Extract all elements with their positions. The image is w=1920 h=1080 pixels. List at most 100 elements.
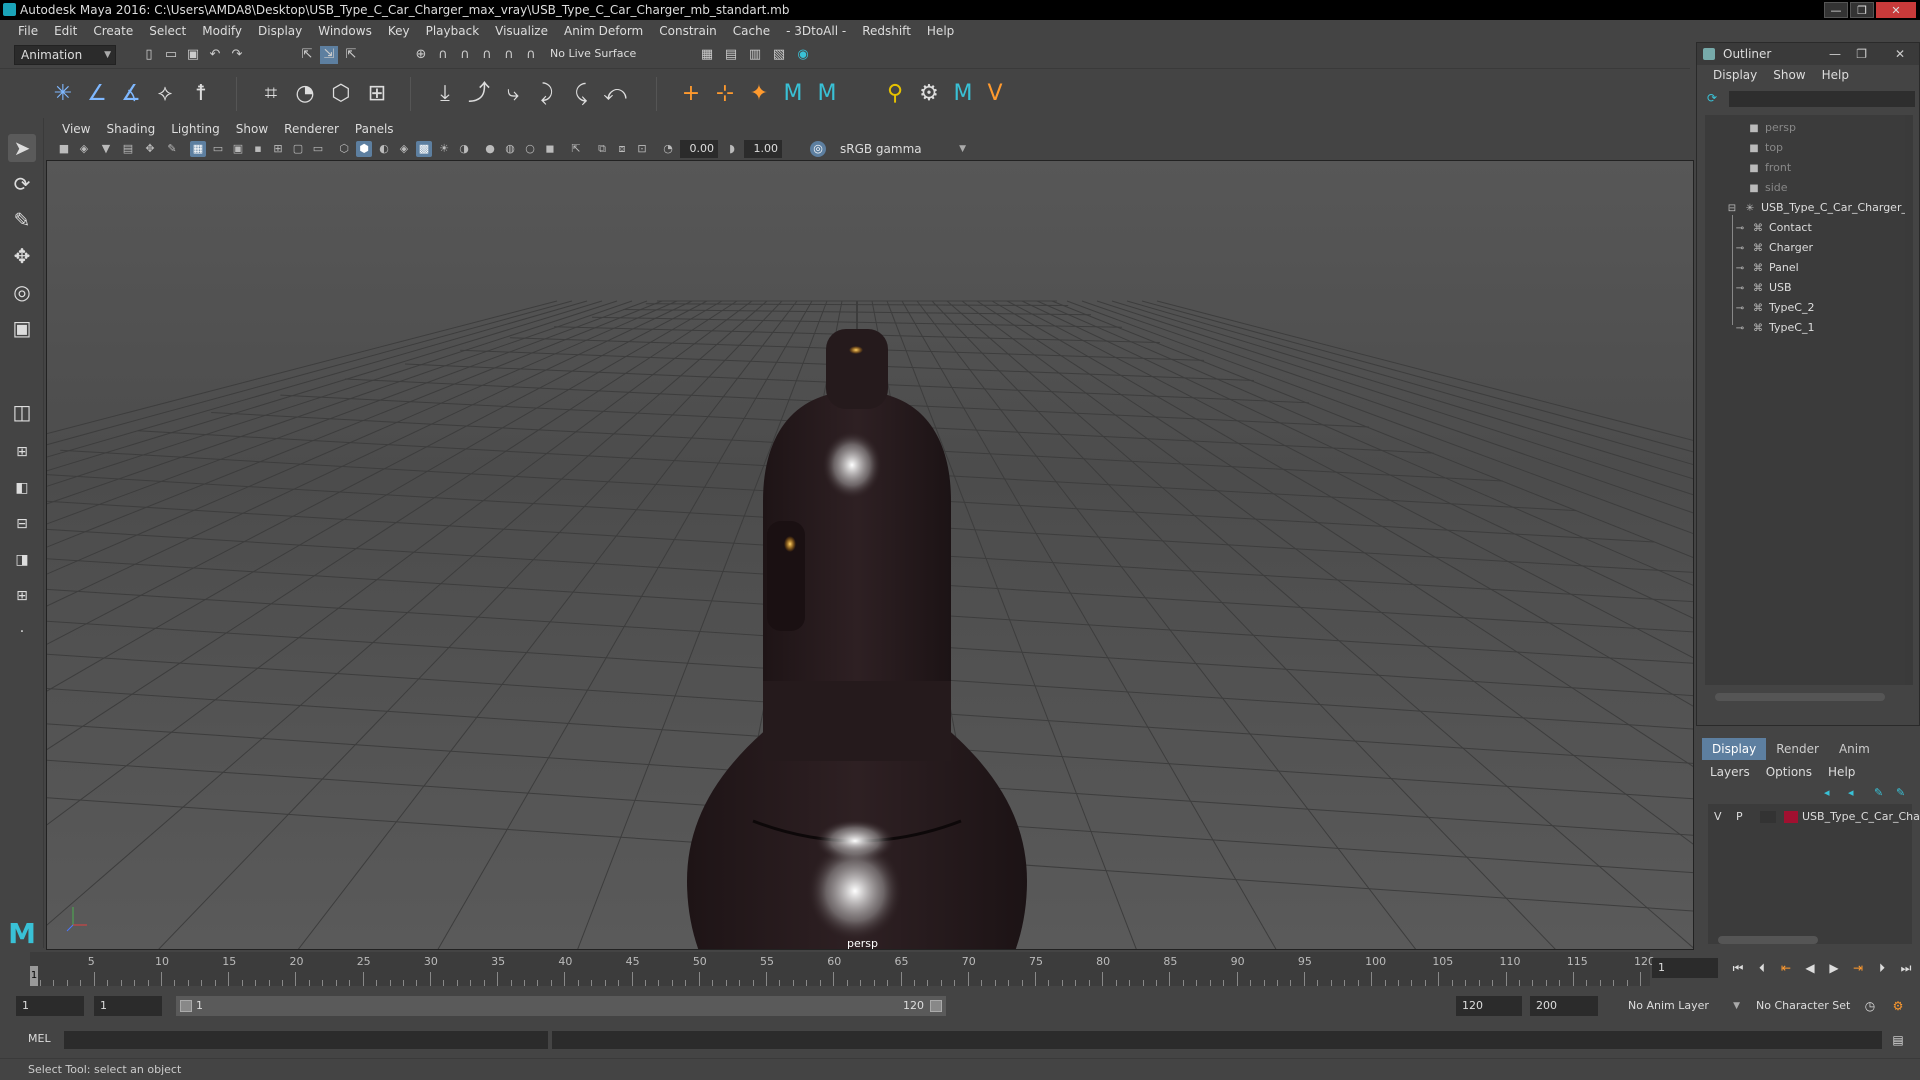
maximize-button[interactable]: ❐ bbox=[1850, 2, 1874, 18]
anti-aliasing-icon[interactable]: ○ bbox=[522, 141, 538, 157]
outliner-item-typec-1[interactable]: ⊸ ⌘ TypeC_1 bbox=[1733, 319, 1815, 337]
render-frame-icon[interactable]: ▤ bbox=[722, 46, 740, 64]
menu-windows[interactable]: Windows bbox=[310, 20, 380, 42]
menu-playback[interactable]: Playback bbox=[418, 20, 488, 42]
vp-menu-shading[interactable]: Shading bbox=[98, 120, 163, 138]
save-scene-icon[interactable]: ▣ bbox=[184, 46, 202, 64]
cv-curve-tool-icon[interactable]: ✳ bbox=[48, 79, 78, 109]
outliner-vscrollbar[interactable] bbox=[1905, 115, 1913, 685]
animation-end-field[interactable]: 200 bbox=[1530, 996, 1598, 1016]
new-scene-icon[interactable]: ▯ bbox=[140, 46, 158, 64]
create-wrap-icon[interactable]: ⊞ bbox=[362, 79, 392, 109]
menu-edit[interactable]: Edit bbox=[46, 20, 85, 42]
exposure-field[interactable]: 0.00 bbox=[680, 140, 718, 158]
two-d-pan-icon[interactable]: ✥ bbox=[142, 141, 158, 157]
locator-icon[interactable]: + bbox=[676, 79, 706, 109]
field-chart-icon[interactable]: ⊞ bbox=[270, 141, 286, 157]
snap-surface-icon[interactable]: ∩ bbox=[500, 46, 518, 64]
outliner-menu-display[interactable]: Display bbox=[1705, 65, 1765, 85]
perspective-viewport[interactable]: persp bbox=[46, 160, 1694, 950]
menu-select[interactable]: Select bbox=[141, 20, 194, 42]
tab-render[interactable]: Render bbox=[1766, 738, 1829, 760]
vertex-tool-icon[interactable]: V bbox=[980, 79, 1010, 109]
persp-graph-layout-icon[interactable]: ⊟ bbox=[8, 510, 36, 538]
menu-display[interactable]: Display bbox=[250, 20, 310, 42]
range-end-handle[interactable] bbox=[930, 1000, 942, 1012]
toggle-layout-icon[interactable]: · bbox=[8, 618, 36, 646]
undo-icon[interactable]: ↶ bbox=[206, 46, 224, 64]
refresh-icon[interactable]: ⟳ bbox=[1707, 91, 1717, 105]
gamma-icon[interactable]: ◗ bbox=[724, 141, 740, 157]
viewport-canvas[interactable] bbox=[47, 161, 1694, 950]
select-tool-icon[interactable]: ➤ bbox=[8, 134, 36, 162]
outliner-item-side[interactable]: ■ side bbox=[1747, 179, 1787, 197]
layer-name[interactable]: USB_Type_C_Car_Charg bbox=[1802, 808, 1920, 826]
select-component-icon[interactable]: ⇱ bbox=[342, 46, 360, 64]
new-layer-selected-icon[interactable]: ✎ bbox=[1896, 786, 1905, 799]
tab-display[interactable]: Display bbox=[1702, 738, 1767, 760]
vp-menu-renderer[interactable]: Renderer bbox=[276, 120, 347, 138]
menu-cache[interactable]: Cache bbox=[725, 20, 778, 42]
ik-handle-icon[interactable]: ⤓ bbox=[430, 79, 460, 109]
menu-constrain[interactable]: Constrain bbox=[651, 20, 725, 42]
step-forward-key-icon[interactable]: ⇥ bbox=[1848, 958, 1868, 978]
outliner-maximize-icon[interactable]: ❐ bbox=[1856, 43, 1867, 65]
create-nonlinear-icon[interactable]: ⬡ bbox=[326, 79, 356, 109]
vp-menu-lighting[interactable]: Lighting bbox=[163, 120, 228, 138]
joint-locator-icon[interactable]: ⊹ bbox=[710, 79, 740, 109]
layer-color-swatch[interactable] bbox=[1784, 811, 1798, 823]
menu-help[interactable]: Help bbox=[919, 20, 962, 42]
menu-file[interactable]: File bbox=[10, 20, 46, 42]
layers-menu-help[interactable]: Help bbox=[1820, 762, 1863, 782]
pose-editor-icon[interactable]: ⚲ bbox=[880, 79, 910, 109]
bezier-curve-tool-icon[interactable]: ⟡ bbox=[150, 79, 180, 109]
select-hierarchy-icon[interactable]: ⇱ bbox=[298, 46, 316, 64]
menu-modify[interactable]: Modify bbox=[194, 20, 250, 42]
outliner-item-charger[interactable]: ⊸ ⌘ Charger bbox=[1733, 239, 1813, 257]
step-back-key-icon[interactable]: ⇤ bbox=[1776, 958, 1796, 978]
outliner-item-group[interactable]: ⊟ ✳ USB_Type_C_Car_Charger_ bbox=[1725, 199, 1905, 217]
move-layer-down-icon[interactable]: ◂ bbox=[1848, 786, 1854, 799]
hypershade-icon[interactable]: ◉ bbox=[794, 46, 812, 64]
auto-key-icon[interactable]: ◷ bbox=[1860, 996, 1880, 1016]
car-charger-model[interactable] bbox=[687, 329, 1027, 950]
snap-view-icon[interactable]: ∩ bbox=[478, 46, 496, 64]
outliner-item-typec-2[interactable]: ⊸ ⌘ TypeC_2 bbox=[1733, 299, 1815, 317]
outliner-item-usb[interactable]: ⊸ ⌘ USB bbox=[1733, 279, 1792, 297]
menu-redshift[interactable]: Redshift bbox=[854, 20, 919, 42]
outliner-item-front[interactable]: ■ front bbox=[1747, 159, 1791, 177]
textured-icon[interactable]: ▩ bbox=[416, 141, 432, 157]
create-cluster-icon[interactable]: ⌗ bbox=[256, 79, 286, 109]
gate-mask-icon[interactable]: ▪ bbox=[250, 141, 266, 157]
camera-attributes-icon[interactable]: ◈ bbox=[76, 141, 92, 157]
depth-of-field-icon[interactable]: ◼ bbox=[542, 141, 558, 157]
color-management-icon[interactable]: ◎ bbox=[810, 141, 826, 157]
single-perspective-layout-icon[interactable]: ◫ bbox=[8, 398, 36, 426]
new-layer-icon[interactable]: ✎ bbox=[1874, 786, 1883, 799]
menuset-dropdown[interactable]: Animation ▼ bbox=[14, 45, 116, 65]
menu-create[interactable]: Create bbox=[85, 20, 141, 42]
pencil-curve-tool-icon[interactable]: ∡ bbox=[116, 79, 146, 109]
outliner-search-input[interactable] bbox=[1729, 91, 1915, 107]
scale-tool-icon[interactable]: ▣ bbox=[8, 314, 36, 342]
range-start-handle[interactable] bbox=[180, 1000, 192, 1012]
snap-grid-icon[interactable]: ⊕ bbox=[412, 46, 430, 64]
layer-playback-toggle[interactable]: P bbox=[1736, 808, 1743, 826]
render-settings-icon[interactable]: ▦ bbox=[698, 46, 716, 64]
menu-key[interactable]: Key bbox=[380, 20, 418, 42]
snap-curve-icon[interactable]: ∩ bbox=[434, 46, 452, 64]
blend-shape-icon[interactable]: ⚙ bbox=[914, 79, 944, 109]
isolate-select-icon[interactable]: ⇱ bbox=[568, 141, 584, 157]
hypershade-layout-icon[interactable]: ◨ bbox=[8, 546, 36, 574]
layer-visibility-toggle[interactable]: V bbox=[1714, 808, 1722, 826]
outliner-menu-help[interactable]: Help bbox=[1814, 65, 1857, 85]
range-slider-bar[interactable]: 1 120 bbox=[176, 996, 946, 1016]
step-forward-frame-icon[interactable]: ⏵ bbox=[1872, 958, 1892, 978]
persp-uv-layout-icon[interactable]: ⊞ bbox=[8, 582, 36, 610]
gamma-field[interactable]: 1.00 bbox=[744, 140, 782, 158]
current-time-marker[interactable]: 1 bbox=[30, 966, 38, 986]
layers-menu-options[interactable]: Options bbox=[1758, 762, 1820, 782]
hik-icon[interactable]: M bbox=[778, 79, 808, 109]
select-camera-icon[interactable]: ■ bbox=[56, 141, 72, 157]
paint-select-icon[interactable]: ✎ bbox=[8, 206, 36, 234]
